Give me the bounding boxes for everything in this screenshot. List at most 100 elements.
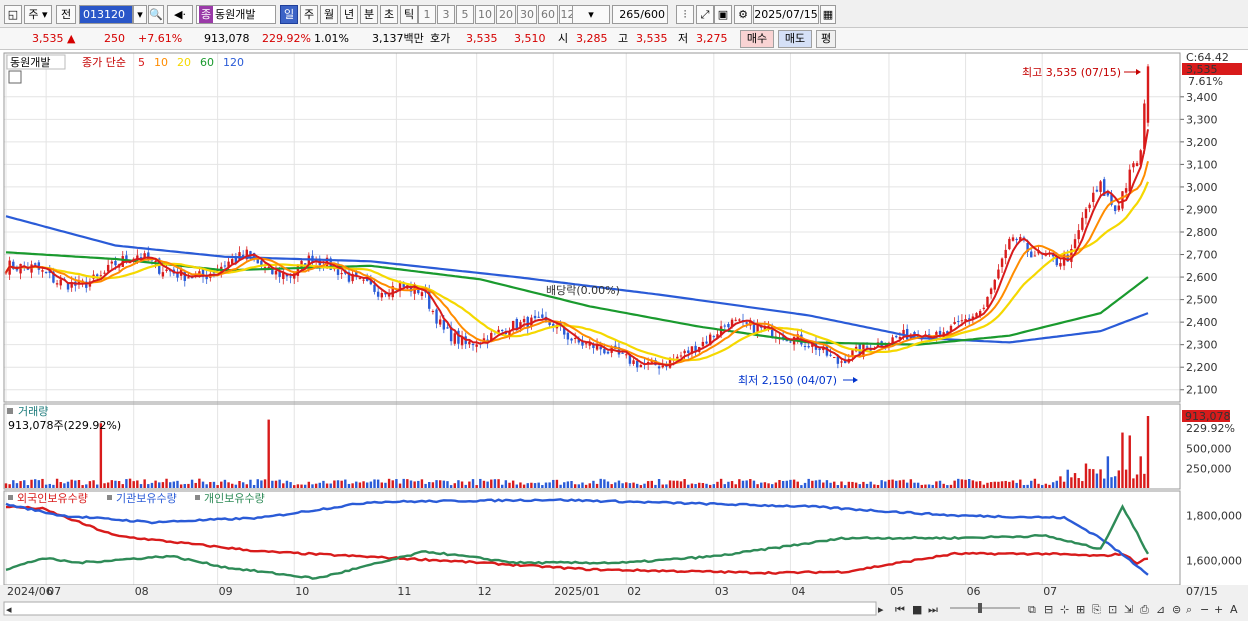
candle-type-icon[interactable]: ⫶ [676,5,694,24]
stock-code-input[interactable]: 013120 [79,5,133,24]
minute-tab-3[interactable]: 10 [475,5,495,24]
search-icon[interactable]: 🔍 [148,5,164,24]
stock-name-field[interactable]: 종 동원개발 [196,5,276,24]
period-tab-0[interactable]: 일 [280,5,298,24]
save-icon[interactable]: ▣ [714,5,732,24]
candle-body [1088,204,1091,209]
volume-bar [435,480,438,488]
volume-bar [581,482,584,488]
volume-bar [106,482,110,488]
volume-bar [504,480,508,488]
line-tool-icon[interactable]: ⤢ [696,5,714,24]
period-tab-5[interactable]: 초 [380,5,398,24]
candle-body [752,323,756,333]
stop-icon[interactable]: ■ [912,603,922,616]
volume-bar [1044,483,1048,488]
minute-tab-5[interactable]: 30 [517,5,537,24]
first-page-icon[interactable]: ⏮ [895,603,905,616]
settings-icon[interactable]: ⊜ [1172,603,1181,616]
date-field[interactable]: 2025/07/15 [753,5,819,24]
prev-button[interactable]: 전 [56,5,76,24]
export-icon[interactable]: ⇲ [1124,603,1133,616]
period-tab-6[interactable]: 틱 [400,5,418,24]
price-tick-label-1: 2,200 [1186,361,1218,374]
zoom-out-icon[interactable]: − [1200,603,1209,616]
volume-bar [953,480,956,488]
high-annotation: 최고 3,535 (07/15) [1022,66,1121,79]
eval-button[interactable]: 평 [816,30,836,48]
candle-body [533,315,537,319]
volume-bar [121,484,124,488]
count-field[interactable]: 265/600 [612,5,668,24]
buy-button[interactable]: 매수 [740,30,774,48]
hoga-label: 호가 [430,32,451,45]
open-label: 시 [558,32,569,45]
volume-bar [168,482,172,488]
holding-legend-marker-2 [195,495,200,500]
volume-bar [278,479,281,488]
copy-icon[interactable]: ⎘ [1092,603,1101,616]
code-dropdown-icon[interactable]: ▾ [133,5,147,24]
table-toggle-icon[interactable] [8,70,22,84]
candle-body [599,346,602,350]
volume-bar [654,484,657,488]
candle-body [453,333,456,344]
zoom-slider-handle[interactable] [978,603,982,613]
stock-type-tag: 종 [199,6,213,23]
window-menu-icon[interactable]: ◱ [4,5,22,24]
volume-bar [201,481,205,488]
grid-icon[interactable]: ⊞ [1076,603,1085,616]
period-tab-4[interactable]: 분 [360,5,378,24]
volume-tick-label-0: 250,000 [1186,462,1232,475]
last-page-icon[interactable]: ⏭ [928,603,938,616]
sell-button[interactable]: 매도 [778,30,812,48]
minute-tab-4[interactable]: 20 [496,5,516,24]
ruler-icon[interactable]: ⊿ [1156,603,1165,616]
minute-tab-0[interactable]: 1 [418,5,436,24]
volume-bar [340,480,343,488]
crosshair-icon[interactable]: ⊹ [1060,603,1069,616]
scroll-right-icon[interactable]: ▸ [878,603,884,616]
volume-bar [187,483,190,488]
mode-icon[interactable]: ⊡ [1108,603,1117,616]
period-main-select[interactable]: 주 ▾ [24,5,52,24]
volume-bar [997,481,1000,488]
period-tab-1[interactable]: 주 [300,5,318,24]
zoom-in-icon[interactable]: + [1214,603,1223,616]
volume-subtitle: 913,078주(229.92%) [8,419,121,432]
sound-icon[interactable]: ◀· [167,5,193,24]
volume-bar [252,484,256,488]
zoom-icon[interactable]: ⌕ [1186,603,1192,616]
gear-icon[interactable]: ⚙ [734,5,752,24]
minute-tab-1[interactable]: 3 [437,5,455,24]
stock-chart[interactable]: 2,100 2,200 2,300 2,400 2,500 2,600 2,700 2,800… [0,51,1248,621]
volume-bar [1117,470,1121,488]
minute-tab-6[interactable]: 60 [538,5,558,24]
candle-body [905,328,909,340]
low-label: 저 [678,32,689,45]
x-axis-label-9: 03 [715,585,729,598]
extra-select[interactable]: ▾ [572,5,610,24]
candle-body [632,360,635,364]
volume-bar [1022,485,1026,488]
layout-icon[interactable]: ⧉ [1028,603,1036,616]
volume-bar [209,482,212,488]
price-tick-label-5: 2,600 [1186,271,1218,284]
candle-body [789,341,792,343]
bid-price: 3,510 [514,32,546,45]
volume-bar [457,480,460,488]
candle-body [1092,192,1095,202]
volume-bar [723,484,726,488]
text-size-icon[interactable]: A [1230,603,1238,616]
print-icon[interactable]: ⎙ [1140,603,1149,616]
period-tab-2[interactable]: 월 [320,5,338,24]
period-tab-3[interactable]: 년 [340,5,358,24]
split-icon[interactable]: ⊟ [1044,603,1053,616]
minute-tab-2[interactable]: 5 [456,5,474,24]
scrollbar-track[interactable] [3,601,877,616]
candle-body [289,276,292,278]
candle-body [446,327,449,329]
volume-bar [238,481,241,488]
scroll-left-icon[interactable]: ◂ [6,603,12,616]
calendar-icon[interactable]: ▦ [820,5,836,24]
